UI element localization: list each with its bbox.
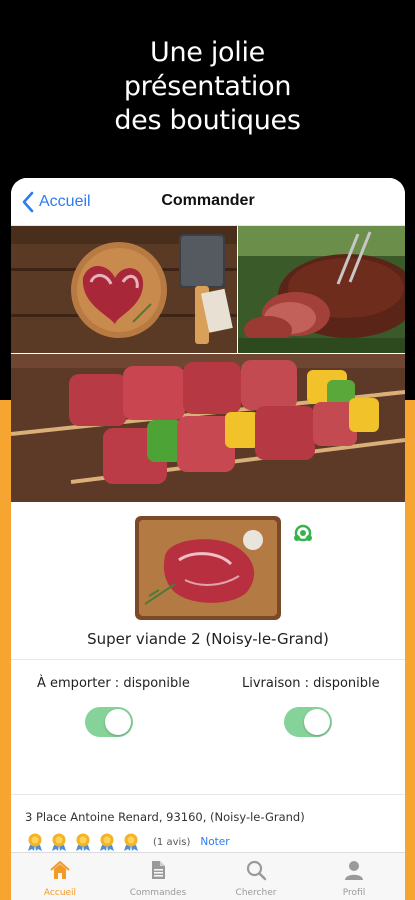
tab-label: Commandes xyxy=(129,888,187,898)
shop-address: 3 Place Antoine Renard, 93160, (Noisy-le… xyxy=(25,810,305,824)
rate-link[interactable]: Noter xyxy=(200,836,229,848)
delivery-toggle[interactable] xyxy=(284,707,332,737)
page-title: Commander xyxy=(161,192,255,209)
toggle-knob xyxy=(304,709,330,735)
medal-icon xyxy=(76,833,90,851)
shop-name: Super viande 2 (Noisy-le-Grand) xyxy=(87,630,329,648)
shop-thumbnail[interactable] xyxy=(135,516,281,620)
medal-icon xyxy=(100,833,114,851)
takeaway-toggle[interactable] xyxy=(85,707,133,737)
promo-line-1: Une jolie xyxy=(149,37,265,68)
shop-photo-roast-beef xyxy=(238,226,405,353)
shop-photo-skewers xyxy=(11,354,405,502)
phone-screen: Accueil Commander Super viande 2 (Noisy-… xyxy=(11,178,405,900)
review-count: (1 avis) xyxy=(153,836,191,848)
tab-orders[interactable]: Commandes xyxy=(109,853,207,900)
tab-label: Accueil xyxy=(43,888,77,898)
divider xyxy=(11,659,405,660)
navigation-bar: Accueil Commander xyxy=(11,178,405,226)
medal-icon xyxy=(52,833,66,851)
tab-bar: Accueil Commandes Chercher Profil xyxy=(11,852,405,900)
tab-profile[interactable]: Profil xyxy=(305,853,403,900)
rating-row: (1 avis) Noter xyxy=(25,833,230,851)
medal-icon xyxy=(124,833,138,851)
takeaway-label: À emporter : disponible xyxy=(37,676,190,691)
home-icon xyxy=(50,861,70,879)
person-icon xyxy=(345,861,363,880)
toggle-knob xyxy=(105,709,131,735)
tab-label: Chercher xyxy=(235,888,277,898)
tab-search[interactable]: Chercher xyxy=(207,853,305,900)
shop-photo-steak-board xyxy=(11,226,237,353)
search-icon xyxy=(246,860,267,881)
divider xyxy=(11,794,405,795)
promo-line-3: des boutiques xyxy=(114,105,301,136)
promo-line-2: présentation xyxy=(123,71,292,102)
promo-headline: Une jolie présentation des boutiques xyxy=(0,36,415,138)
tab-home[interactable]: Accueil xyxy=(11,853,109,900)
tab-label: Profil xyxy=(342,888,366,898)
delivery-label: Livraison : disponible xyxy=(242,676,380,691)
location-pin-icon[interactable] xyxy=(292,522,314,544)
medal-icon xyxy=(28,833,42,851)
document-icon xyxy=(152,861,165,879)
